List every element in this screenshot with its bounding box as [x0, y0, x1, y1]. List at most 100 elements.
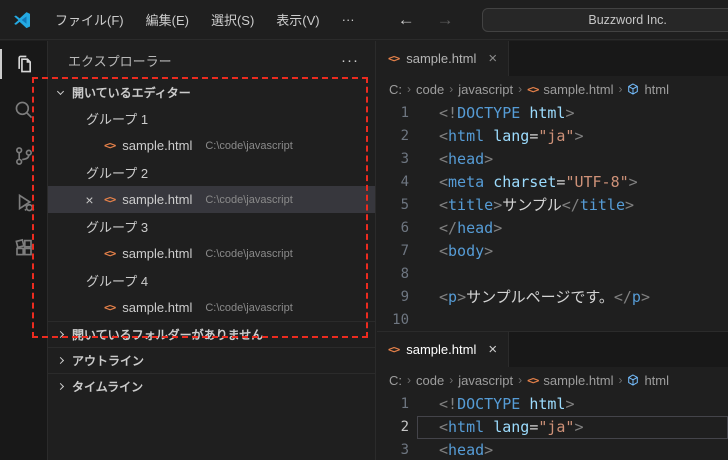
activity-extensions-icon[interactable] [0, 225, 47, 271]
line-number[interactable]: 10 [377, 309, 417, 331]
html-file-icon: <> [104, 193, 116, 206]
code-text: <!DOCTYPE html> [439, 104, 575, 122]
tab-bar: <> sample.html × [377, 41, 728, 76]
editor-group-4-label[interactable]: グループ 4 [48, 267, 375, 294]
tab-sample-html[interactable]: <> sample.html × [377, 332, 510, 367]
code-line[interactable]: 3 <head> [377, 148, 728, 171]
close-icon[interactable]: × [488, 341, 497, 358]
line-number[interactable]: 1 [377, 102, 417, 125]
code-text: <meta charset="UTF-8"> [439, 173, 638, 191]
breadcrumb-item[interactable]: html [644, 82, 669, 97]
menu-view[interactable]: 表示(V) [267, 6, 328, 33]
open-editor-item[interactable]: <> sample.html C:\code\javascript [48, 240, 375, 267]
activity-search-icon[interactable] [0, 87, 47, 133]
sidebar-more-actions-button[interactable]: ··· [341, 52, 359, 69]
breadcrumb-item[interactable]: sample.html [543, 82, 613, 97]
html-symbol-icon [627, 83, 639, 95]
editor-group-1-label[interactable]: グループ 1 [48, 105, 375, 132]
breadcrumb-item[interactable]: C: [389, 373, 402, 388]
code-line[interactable]: 5 <title>サンプル</title> [377, 194, 728, 217]
breadcrumb-item[interactable]: html [644, 373, 669, 388]
line-number[interactable]: 6 [377, 217, 417, 240]
editor-group-2-label[interactable]: グループ 2 [48, 159, 375, 186]
breadcrumb-item[interactable]: javascript [458, 373, 513, 388]
tab-sample-html[interactable]: <> sample.html × [377, 41, 510, 76]
line-number[interactable]: 8 [377, 263, 417, 286]
line-number[interactable]: 3 [377, 439, 417, 460]
menu-file[interactable]: ファイル(F) [46, 6, 133, 33]
close-icon[interactable]: × [488, 50, 497, 67]
code-line[interactable]: 4 <meta charset="UTF-8"> [377, 171, 728, 194]
code-text: <html lang="ja"> [439, 127, 584, 145]
activity-source-control-icon[interactable] [0, 133, 47, 179]
code-text: <html lang="ja"> [439, 418, 584, 436]
chevron-right-icon: › [407, 82, 411, 96]
line-number[interactable]: 7 [377, 240, 417, 263]
chevron-right-icon: › [618, 373, 623, 387]
line-number[interactable]: 2 [377, 416, 417, 439]
code-line[interactable]: 8 [377, 263, 728, 286]
activity-explorer-icon[interactable] [0, 41, 47, 87]
breadcrumb-item[interactable]: C: [389, 82, 402, 97]
activity-bar [0, 41, 48, 460]
menu-bar: ファイル(F) 編集(E) 選択(S) 表示(V) ··· [46, 6, 364, 33]
menu-edit[interactable]: 編集(E) [137, 6, 198, 33]
code-line[interactable]: 10 [377, 309, 728, 331]
html-file-icon: <> [104, 247, 116, 260]
back-button[interactable]: ← [392, 8, 421, 32]
line-number[interactable]: 5 [377, 194, 417, 217]
activity-run-debug-icon[interactable] [0, 179, 47, 225]
chevron-right-icon: › [449, 82, 454, 96]
section-timeline[interactable]: タイムライン [48, 373, 375, 399]
breadcrumb-item[interactable]: javascript [458, 82, 513, 97]
command-center[interactable]: Buzzword Inc. [481, 7, 728, 32]
line-number[interactable]: 4 [377, 171, 417, 194]
tab-bar: <> sample.html × [377, 332, 728, 367]
code-line[interactable]: 1 <!DOCTYPE html> [377, 102, 728, 125]
section-no-folder[interactable]: 開いているフォルダーがありません [48, 321, 375, 347]
breadcrumb-item[interactable]: sample.html [543, 373, 613, 388]
editor-group-3-label[interactable]: グループ 3 [48, 213, 375, 240]
code-line[interactable]: 7 <body> [377, 240, 728, 263]
section-open-editors[interactable]: 開いているエディター [48, 79, 375, 105]
html-file-icon: <> [388, 52, 400, 65]
code-line[interactable]: 9 <p>サンプルページです。</p> [377, 286, 728, 309]
chevron-down-icon [56, 87, 65, 95]
chevron-right-icon: › [518, 82, 523, 96]
line-number[interactable]: 2 [377, 125, 417, 148]
menu-selection[interactable]: 選択(S) [202, 6, 263, 33]
chevron-right-icon: › [407, 373, 411, 387]
code-line[interactable]: 6 </head> [377, 217, 728, 240]
editor-bottom-code[interactable]: 1 <!DOCTYPE html> 2 <html lang="ja"> 3 <head> [377, 393, 728, 460]
chevron-right-icon: › [518, 373, 523, 387]
code-text: <head> [439, 150, 494, 168]
line-number[interactable]: 1 [377, 393, 417, 416]
menu-overflow-button[interactable]: ··· [333, 8, 364, 31]
open-editor-item[interactable]: <> sample.html C:\code\javascript [48, 132, 375, 159]
html-file-icon: <> [527, 373, 539, 387]
breadcrumb: C: › code › javascript › <> sample.html … [377, 76, 728, 102]
code-text: <title>サンプル</title> [439, 196, 635, 214]
section-outline[interactable]: アウトライン [48, 347, 375, 373]
code-line[interactable]: 2 <html lang="ja"> [377, 416, 728, 439]
breadcrumb: C: › code › javascript › <> sample.html … [377, 367, 728, 393]
code-line[interactable]: 3 <head> [377, 439, 728, 460]
open-editor-item[interactable]: <> sample.html C:\code\javascript [48, 294, 375, 321]
chevron-right-icon [56, 356, 65, 365]
breadcrumb-item[interactable]: code [416, 373, 444, 388]
forward-button[interactable]: → [431, 8, 460, 32]
explorer-sidebar: エクスプローラー ··· 開いているエディター グループ 1 <> sample… [48, 41, 376, 460]
breadcrumb-item[interactable]: code [416, 82, 444, 97]
editor-top-code[interactable]: 1 <!DOCTYPE html> 2 <html lang="ja"> 3 <head>… [377, 102, 728, 331]
code-line[interactable]: 2 <html lang="ja"> [377, 125, 728, 148]
title-bar: ファイル(F) 編集(E) 選択(S) 表示(V) ··· ← → Buzzwo… [0, 0, 728, 40]
open-editor-item-selected[interactable]: × <> sample.html C:\code\javascript [48, 186, 375, 213]
close-icon[interactable]: × [82, 192, 97, 208]
code-line[interactable]: 1 <!DOCTYPE html> [377, 393, 728, 416]
history-nav: ← → [392, 8, 460, 32]
line-number[interactable]: 3 [377, 148, 417, 171]
line-number[interactable]: 9 [377, 286, 417, 309]
code-text: <body> [439, 242, 494, 260]
editor-area: <> sample.html × C: › code › javascript … [377, 41, 728, 460]
